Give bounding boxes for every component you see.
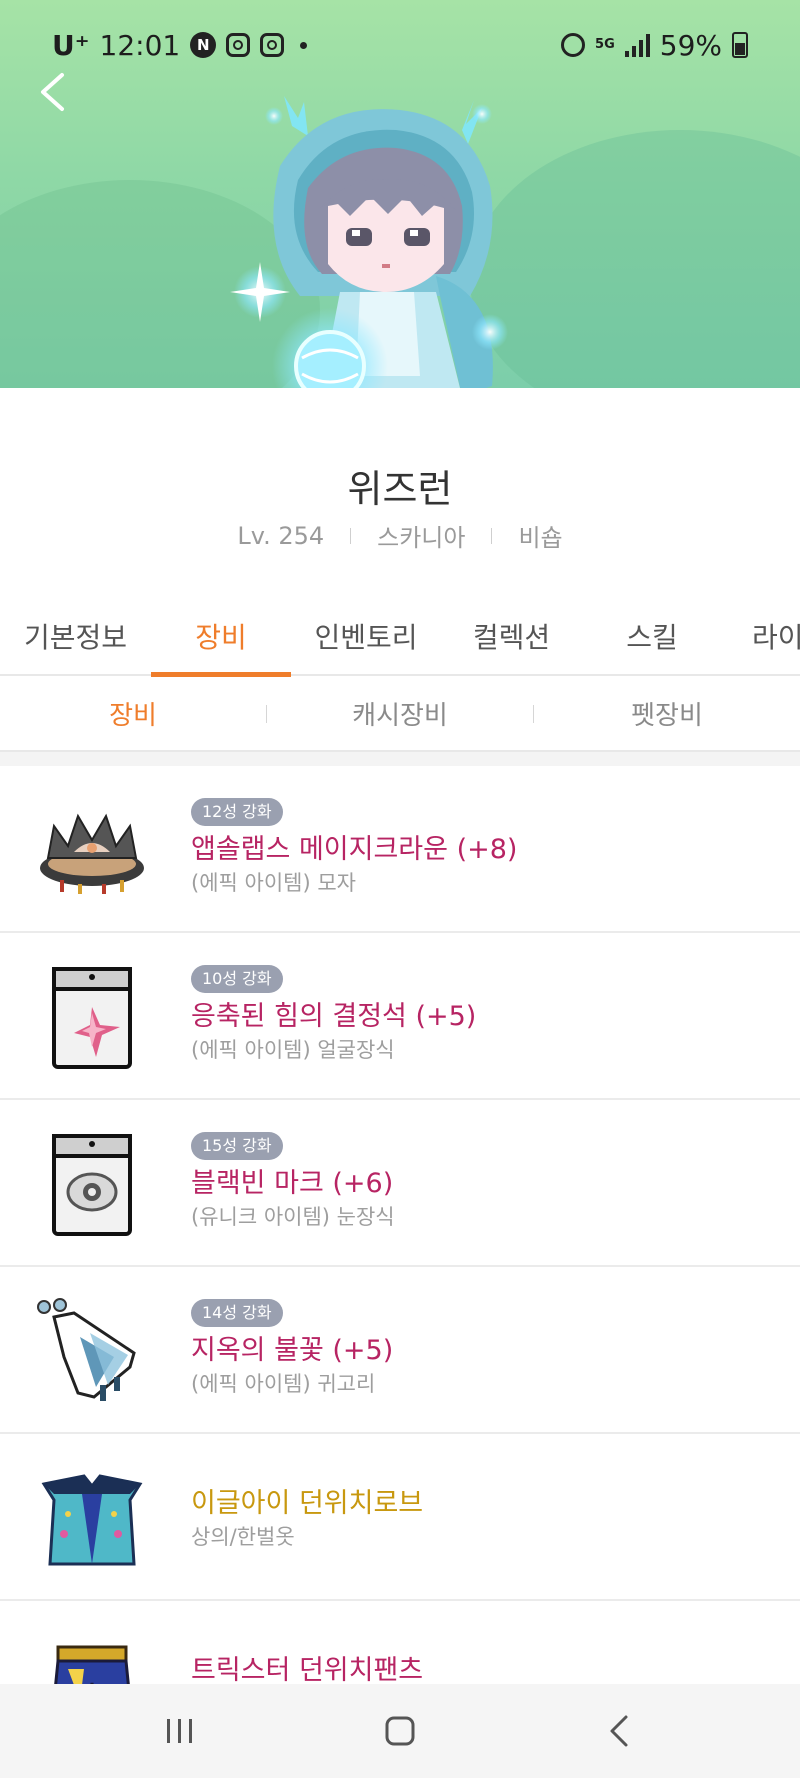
tab-equipment[interactable]: 장비 bbox=[151, 596, 291, 674]
character-level: Lv. 254 bbox=[237, 521, 325, 550]
more-notifications-icon bbox=[300, 41, 308, 49]
subtab-equipment[interactable]: 장비 bbox=[0, 695, 266, 732]
character-meta: Lv. 254 스카니아 비숍 bbox=[0, 518, 800, 553]
equipment-name: 지옥의 불꽃 (+5) bbox=[191, 1335, 394, 1366]
home-icon bbox=[385, 1716, 415, 1746]
tab-inventory[interactable]: 인벤토리 bbox=[291, 596, 441, 674]
star-force-badge: 15성 강화 bbox=[191, 1132, 283, 1160]
signal-icon bbox=[624, 33, 650, 57]
equipment-row[interactable]: 10성 강화 응축된 힘의 결정석 (+5) (에픽 아이템) 얼굴장식 bbox=[0, 933, 800, 1100]
equipment-type: (에픽 아이템) 모자 bbox=[191, 871, 356, 895]
equipment-row[interactable]: 이글아이 던위치로브 상의/한벌옷 bbox=[0, 1434, 800, 1601]
equipment-name: 블랙빈 마크 (+6) bbox=[191, 1168, 394, 1199]
meta-divider bbox=[491, 527, 493, 544]
status-time: 12:01 bbox=[99, 28, 181, 62]
star-force-badge: 12성 강화 bbox=[191, 798, 283, 826]
instagram-icon bbox=[226, 33, 251, 57]
recent-apps-icon bbox=[167, 1719, 192, 1743]
equipment-type: (에픽 아이템) 귀고리 bbox=[191, 1372, 376, 1396]
system-navigation-bar bbox=[0, 1684, 800, 1778]
tab-more[interactable]: 라이 bbox=[722, 596, 800, 674]
network-type-icon: 5G bbox=[595, 37, 615, 52]
subtab-pet-equipment[interactable]: 펫장비 bbox=[534, 695, 800, 732]
equipment-type: 상의/한벌옷 bbox=[191, 1525, 295, 1549]
section-gap bbox=[0, 752, 800, 766]
system-back-button[interactable] bbox=[590, 1701, 650, 1761]
equipment-name: 응축된 힘의 결정석 (+5) bbox=[191, 1001, 477, 1032]
crystal-charm-icon bbox=[52, 967, 132, 1069]
equipment-type: (에픽 아이템) 얼굴장식 bbox=[191, 1038, 395, 1062]
equipment-row[interactable]: 14성 강화 지옥의 불꽃 (+5) (에픽 아이템) 귀고리 bbox=[0, 1267, 800, 1434]
character-world: 스카니아 bbox=[377, 524, 466, 552]
equipment-name: 이글아이 던위치로브 bbox=[191, 1488, 424, 1519]
status-bar: U⁺ 12:01 N 5G 59% bbox=[0, 0, 800, 90]
profile-section: 위즈런 Lv. 254 스카니아 비숍 bbox=[0, 388, 800, 576]
equipment-name: 앱솔랩스 메이지크라운 (+8) bbox=[191, 834, 518, 865]
star-force-badge: 14성 강화 bbox=[191, 1299, 283, 1327]
character-avatar bbox=[230, 96, 508, 424]
eye-mark-icon bbox=[52, 1134, 132, 1236]
character-guild: 비숍 bbox=[518, 524, 563, 552]
equipment-row[interactable]: 15성 강화 블랙빈 마크 (+6) (유니크 아이템) 눈장식 bbox=[0, 1100, 800, 1267]
back-icon bbox=[610, 1715, 628, 1747]
battery-percent: 59% bbox=[659, 28, 722, 62]
home-button[interactable] bbox=[370, 1701, 430, 1761]
crown-icon bbox=[40, 813, 144, 894]
alarm-icon bbox=[561, 33, 586, 57]
tab-skill[interactable]: 스킬 bbox=[582, 596, 722, 674]
main-tab-bar: 기본정보 장비 인벤토리 컬렉션 스킬 라이 bbox=[0, 596, 800, 676]
equipment-row[interactable]: 12성 강화 앱솔랩스 메이지크라운 (+8) (에픽 아이템) 모자 bbox=[0, 766, 800, 933]
naver-icon: N bbox=[190, 32, 217, 58]
chevron-left-icon bbox=[41, 73, 64, 111]
character-name: 위즈런 bbox=[347, 467, 453, 511]
tab-collection[interactable]: 컬렉션 bbox=[441, 596, 582, 674]
earring-icon bbox=[37, 1298, 136, 1401]
carrier-label: U⁺ bbox=[52, 28, 90, 62]
battery-icon bbox=[732, 32, 748, 58]
subtab-cash-equipment[interactable]: 캐시장비 bbox=[267, 695, 533, 732]
instagram-icon bbox=[260, 33, 285, 57]
sub-tab-bar: 장비 캐시장비 펫장비 bbox=[0, 677, 800, 752]
meta-divider bbox=[350, 527, 352, 544]
equipment-type: (유니크 아이템) 눈장식 bbox=[191, 1205, 395, 1229]
robe-icon bbox=[41, 1474, 143, 1566]
back-button[interactable] bbox=[30, 70, 74, 114]
star-force-badge: 10성 강화 bbox=[191, 965, 283, 993]
tab-basic-info[interactable]: 기본정보 bbox=[0, 596, 151, 674]
equipment-list: 12성 강화 앱솔랩스 메이지크라운 (+8) (에픽 아이템) 모자 10성 … bbox=[0, 766, 800, 1768]
recent-apps-button[interactable] bbox=[150, 1701, 210, 1761]
